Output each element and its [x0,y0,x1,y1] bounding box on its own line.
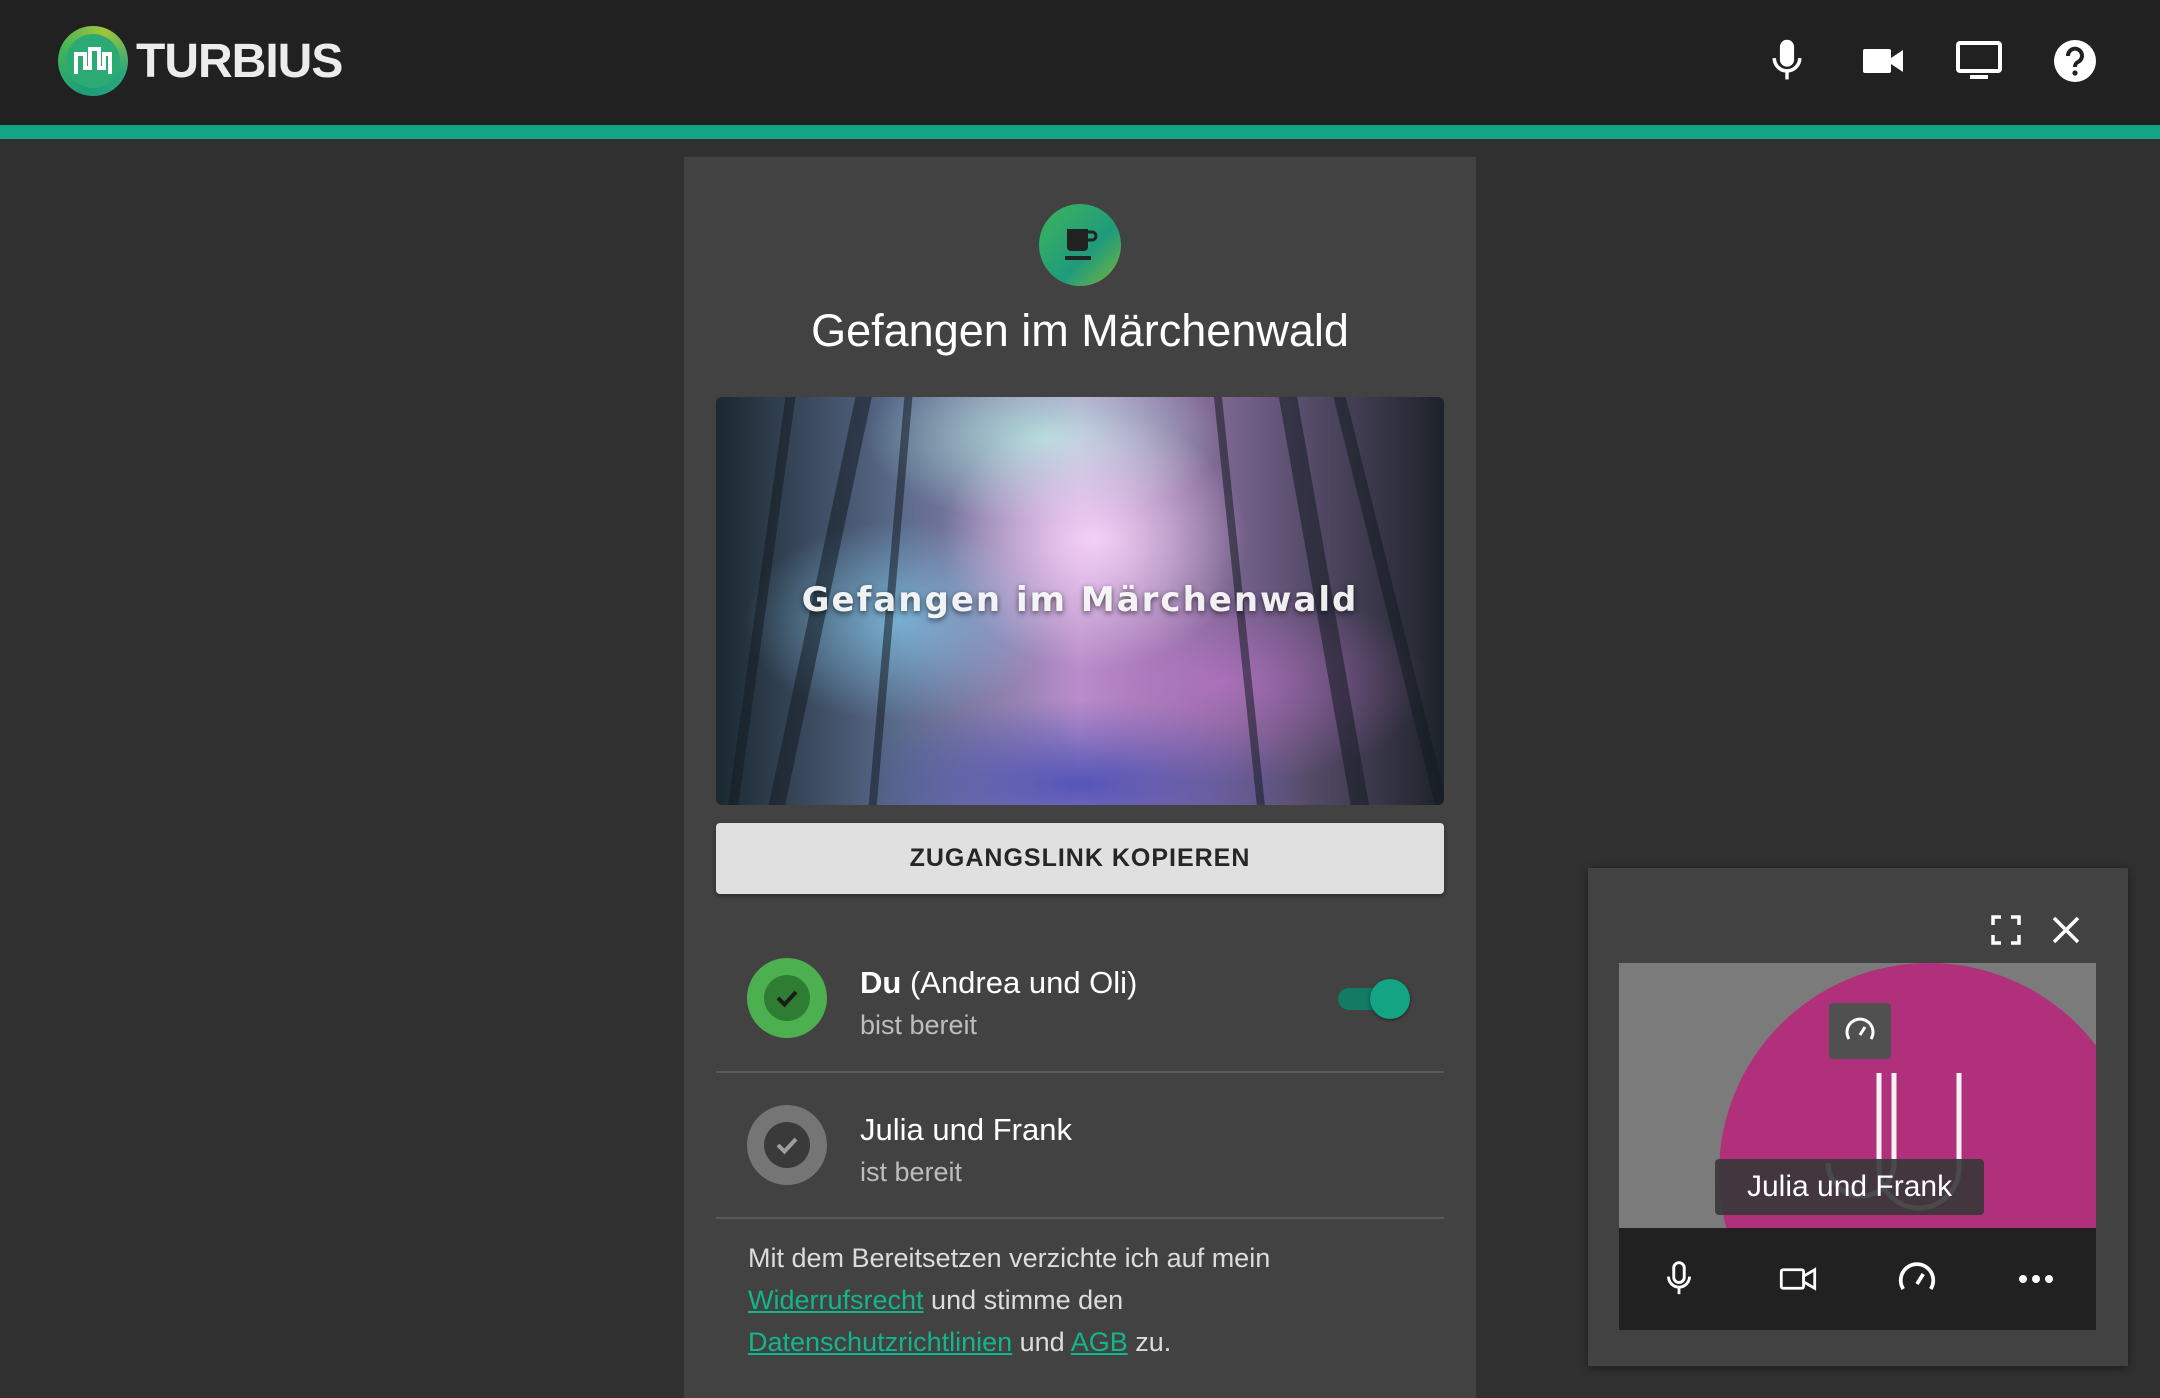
close-button[interactable] [2046,910,2086,950]
fullscreen-icon [1991,915,2021,945]
video-panel: Julia und Frank [1588,868,2128,1366]
room-badge [1039,204,1121,286]
logo-mark [58,26,128,96]
consent-text: Mit dem Bereitsetzen verzichte ich auf m… [748,1243,1271,1357]
participant-name: Julia und Frank [860,1112,1072,1147]
participant-row-self: Du (Andrea und Oli) bist bereit [716,925,1444,1071]
speedometer-icon [1899,1262,1936,1290]
participant-row-other: Julia und Frank ist bereit [716,1072,1444,1218]
screen-share-icon [1956,41,2002,79]
ready-toggle[interactable] [1336,979,1410,1019]
microphone-button[interactable] [1762,36,1812,86]
datenschutz-link[interactable]: Datenschutzrichtlinien [748,1327,1012,1357]
logo-glyph-icon [74,47,112,74]
more-options-button[interactable] [2006,1249,2066,1309]
participant-status: ist bereit [860,1157,963,1187]
ready-status [747,1105,827,1185]
microphone-icon [1772,39,1802,80]
coffee-cup-icon [1065,229,1098,260]
top-toolbar [1762,36,2100,86]
room-card: Gefangen im Märchenwald Gefangen im Märc… [684,157,1476,1398]
help-button[interactable] [2050,36,2100,86]
image-title: Gefangen im Märchenwald [801,580,1359,620]
agb-link[interactable]: AGB [1071,1327,1128,1357]
divider [716,1217,1444,1219]
help-icon [2054,40,2096,82]
room-title: Gefangen im Märchenwald [811,305,1349,356]
camera-button[interactable] [1768,1249,1828,1309]
fullscreen-button[interactable] [1986,910,2026,950]
widerrufsrecht-link[interactable]: Widerrufsrecht [748,1285,924,1315]
connection-quality-indicator[interactable] [1829,1003,1891,1059]
brand-name: TURBIUS [136,34,343,88]
microphone-icon [1666,1261,1691,1295]
video-controls [1619,1228,2096,1330]
screen-share-button[interactable] [1954,36,2004,86]
video-camera-icon [1779,1267,1816,1291]
participant-name-label: Julia und Frank [1715,1159,1985,1215]
participant-video: Julia und Frank [1619,963,2096,1228]
copy-access-link-button[interactable]: ZUGANGSLINK KOPIEREN [716,823,1444,894]
room-image: Gefangen im Märchenwald [716,397,1444,805]
speedometer-icon [1845,1017,1875,1040]
ready-status [747,958,827,1038]
logo: TURBIUS [58,25,343,97]
microphone-button[interactable] [1649,1249,1709,1309]
more-icon [2019,1275,2054,1283]
video-camera-icon [1863,49,1903,73]
participant-name: Du (Andrea und Oli) [860,965,1138,1000]
check-icon [776,990,798,1008]
close-icon [2052,916,2080,944]
connection-quality-button[interactable] [1887,1249,1947,1309]
participant-status: bist bereit [860,1010,978,1040]
check-icon [776,1137,798,1155]
top-bar: TURBIUS [0,0,2160,125]
camera-button[interactable] [1858,36,1908,86]
accent-line [0,125,2160,139]
